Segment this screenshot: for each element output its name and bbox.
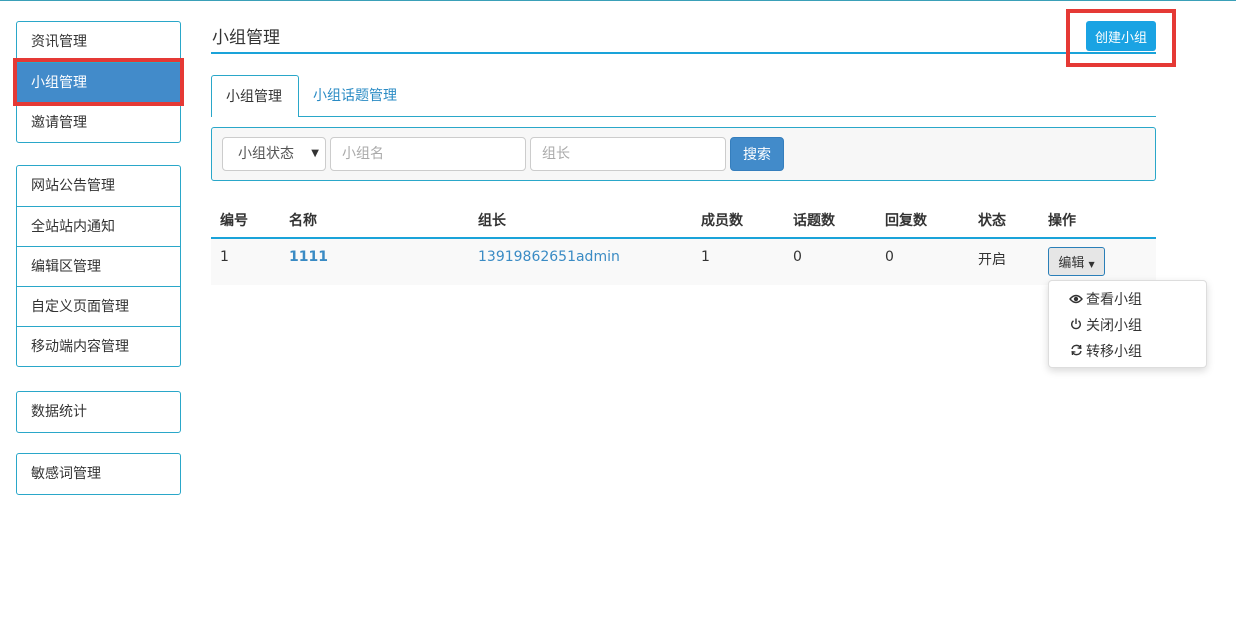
group-name-input[interactable] — [330, 137, 526, 171]
tab-divider — [211, 116, 1156, 117]
edit-button-label: 编辑 — [1058, 256, 1085, 271]
create-group-button[interactable]: 创建小组 — [1086, 21, 1156, 51]
column-header-actions: 操作 — [1048, 213, 1076, 229]
sidebar-item-news[interactable]: 资讯管理 — [17, 22, 180, 62]
status-select-value: 小组状态 — [238, 146, 294, 162]
cell-status: 开启 — [978, 252, 1006, 268]
refresh-icon — [1068, 340, 1084, 366]
sidebar-item-notifications[interactable]: 全站站内通知 — [17, 206, 180, 246]
sidebar-group-2: 网站公告管理 全站站内通知 编辑区管理 自定义页面管理 移动端内容管理 — [16, 165, 181, 367]
sidebar-item-mobile-content[interactable]: 移动端内容管理 — [17, 326, 180, 366]
actions-dropdown-menu: 查看小组 关闭小组 转移小组 — [1048, 280, 1207, 368]
caret-down-icon: ▼ — [311, 148, 319, 159]
eye-icon — [1068, 288, 1084, 314]
cell-id: 1 — [220, 249, 229, 265]
column-header-replies: 回复数 — [885, 213, 927, 229]
menu-item-label: 关闭小组 — [1086, 318, 1142, 334]
power-icon — [1068, 314, 1084, 340]
sidebar-group-4: 敏感词管理 — [16, 453, 181, 495]
cell-replies: 0 — [885, 249, 894, 265]
sidebar-item-invites[interactable]: 邀请管理 — [17, 102, 180, 142]
menu-item-view-group[interactable]: 查看小组 — [1049, 287, 1206, 313]
sidebar-group-1: 资讯管理 小组管理 邀请管理 — [13, 21, 184, 143]
table-row — [211, 239, 1156, 285]
sidebar-item-sensitive-words[interactable]: 敏感词管理 — [17, 454, 180, 494]
sidebar-item-custom-pages[interactable]: 自定义页面管理 — [17, 286, 180, 326]
cell-topics: 0 — [793, 249, 802, 265]
column-header-id: 编号 — [220, 213, 248, 229]
caret-down-icon: ▼ — [1088, 260, 1095, 269]
cell-group-name-link[interactable]: 1111 — [289, 249, 328, 265]
filter-bar: 小组状态 ▼ 搜索 — [211, 127, 1156, 181]
column-header-status: 状态 — [978, 213, 1006, 229]
cell-members: 1 — [701, 249, 710, 265]
menu-item-label: 转移小组 — [1086, 344, 1142, 360]
tab-group-topics[interactable]: 小组话题管理 — [299, 75, 411, 117]
cell-leader-link[interactable]: 13919862651admin — [478, 249, 620, 265]
title-divider — [211, 52, 1156, 54]
column-header-name: 名称 — [289, 213, 317, 229]
status-select[interactable]: 小组状态 ▼ — [222, 137, 326, 171]
sidebar-item-edit-area[interactable]: 编辑区管理 — [17, 246, 180, 286]
sidebar-item-statistics[interactable]: 数据统计 — [17, 392, 180, 432]
column-header-leader: 组长 — [478, 213, 506, 229]
edit-dropdown-button[interactable]: 编辑 ▼ — [1048, 247, 1105, 276]
search-button[interactable]: 搜索 — [730, 137, 784, 171]
page-title: 小组管理 — [212, 28, 280, 48]
sidebar-item-announcements[interactable]: 网站公告管理 — [17, 166, 180, 206]
sidebar-group-3: 数据统计 — [16, 391, 181, 433]
column-header-members: 成员数 — [701, 213, 743, 229]
menu-item-transfer-group[interactable]: 转移小组 — [1049, 339, 1206, 365]
menu-item-label: 查看小组 — [1086, 292, 1142, 308]
leader-input[interactable] — [530, 137, 726, 171]
column-header-topics: 话题数 — [793, 213, 835, 229]
tab-group-management[interactable]: 小组管理 — [211, 75, 299, 117]
menu-item-close-group[interactable]: 关闭小组 — [1049, 313, 1206, 339]
sidebar-item-groups[interactable]: 小组管理 — [13, 58, 184, 106]
